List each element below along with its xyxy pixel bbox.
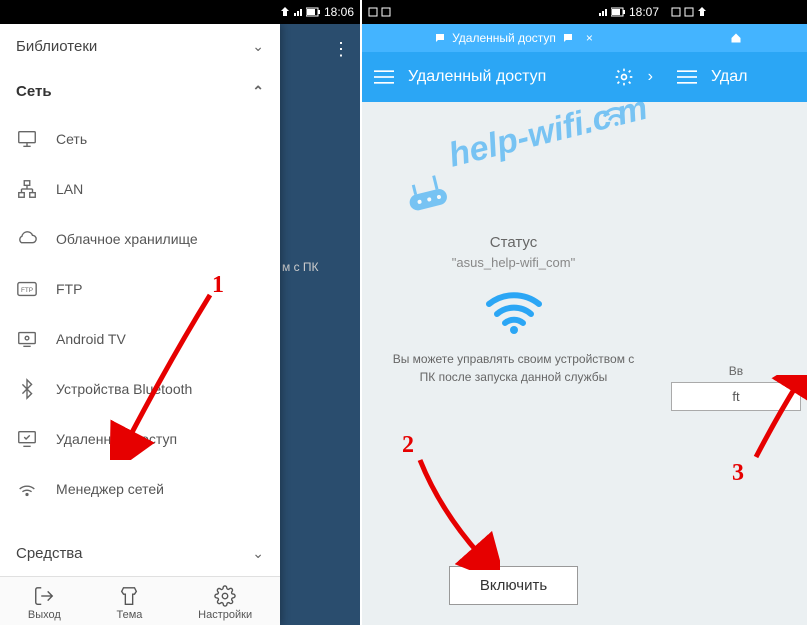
theme-button[interactable]: Тема [117,585,143,621]
ftp-icon: FTP [16,278,38,300]
settings-button[interactable]: Настройки [198,585,252,621]
cloud-icon [16,228,38,250]
gear-icon [214,585,236,607]
menu-label: FTP [56,281,82,297]
section-network[interactable]: Сеть ⌃ [0,69,280,114]
menu-item-network[interactable]: Сеть [0,114,280,164]
enable-button[interactable]: Включить [449,566,578,605]
appbar-title: Удаленный доступ [408,68,600,86]
menu-item-network-manager[interactable]: Менеджер сетей [0,464,280,514]
status-bar: 18:07 [362,0,665,24]
background-text: м с ПК [282,260,360,274]
wifi-icon [484,284,544,334]
annotation-2: 2 [402,432,414,459]
status-left-icons [368,7,391,17]
theme-icon [118,585,140,607]
overflow-icon[interactable]: › [648,68,653,86]
description-text: Вы можете управлять своим устройством с … [374,350,653,386]
annotation-3: 3 [732,460,744,487]
notification-text: Удаленный доступ [452,31,556,45]
arrow-2 [410,450,500,570]
bottom-bar: Выход Тема Настройки [0,576,280,625]
menu-icon[interactable] [374,67,394,87]
section-tools[interactable]: Средства ⌄ [0,531,280,576]
content-area: Статус "asus_help-wifi_com" Вы можете уп… [362,102,665,625]
menu-icon[interactable] [677,67,697,87]
status-value: "asus_help-wifi_com" [374,255,653,270]
gear-icon[interactable] [614,67,634,87]
bluetooth-icon [16,378,38,400]
overflow-area: ⋮ [280,24,360,74]
home-icon [730,32,742,44]
bottom-label: Тема [117,609,143,621]
notification-bar [665,24,807,52]
lan-icon [16,178,38,200]
section-label: Сеть [16,83,52,100]
arrow-3 [748,375,807,465]
menu-item-cloud[interactable]: Облачное хранилище [0,214,280,264]
status-left-icons [671,7,707,17]
status-bar: 18:06 [0,0,360,24]
chat-icon [434,32,446,44]
status-time: 18:07 [629,5,659,19]
chevron-down-icon: ⌄ [252,545,264,562]
exit-button[interactable]: Выход [28,585,61,621]
monitor-icon [16,128,38,150]
section-label: Библиотеки [16,38,97,55]
wifi-manager-icon [16,478,38,500]
bottom-label: Настройки [198,609,252,621]
menu-label: Менеджер сетей [56,481,164,497]
menu-label: Облачное хранилище [56,231,198,247]
phone-screen-3: Удал Вв ft [665,0,807,625]
overflow-icon[interactable]: ⋮ [332,39,350,60]
phone-screen-2: 18:07 Удаленный доступ × Удаленный досту… [362,0,665,625]
arrow-1 [110,290,225,460]
status-icons [598,7,625,17]
appbar-title: Удал [711,68,795,86]
app-bar: Удаленный доступ › [362,52,665,102]
chat-icon [562,32,574,44]
chevron-down-icon: ⌄ [252,38,264,55]
exit-icon [33,585,55,607]
menu-label: Сеть [56,131,87,147]
tv-icon [16,328,38,350]
close-icon[interactable]: × [586,31,593,45]
section-libraries[interactable]: Библиотеки ⌄ [0,24,280,69]
status-icons [280,7,320,17]
remote-icon [16,428,38,450]
menu-item-lan[interactable]: LAN [0,164,280,214]
notification-bar: Удаленный доступ × [362,24,665,52]
app-bar: Удал [665,52,807,102]
bottom-label: Выход [28,609,61,621]
menu-label: LAN [56,181,83,197]
status-label: Статус [374,234,653,251]
svg-text:FTP: FTP [21,287,33,294]
status-time: 18:06 [324,5,354,19]
annotation-1: 1 [212,272,224,299]
chevron-up-icon: ⌃ [252,83,264,100]
section-label: Средства [16,545,82,562]
status-bar [665,0,807,24]
content-area: Вв ft [665,102,807,625]
